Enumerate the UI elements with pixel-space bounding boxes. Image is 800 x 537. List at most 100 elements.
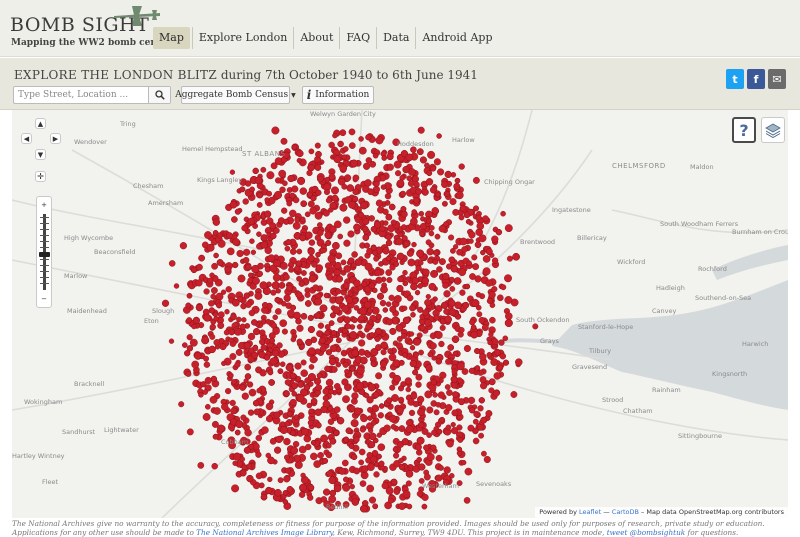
bomb-marker[interactable] (239, 384, 247, 391)
bomb-marker[interactable] (481, 324, 489, 332)
bomb-marker[interactable] (510, 391, 518, 398)
bomb-marker[interactable] (496, 294, 504, 302)
bomb-marker[interactable] (361, 281, 368, 288)
bomb-marker[interactable] (478, 234, 487, 243)
bomb-marker[interactable] (341, 378, 349, 386)
bomb-marker[interactable] (406, 294, 414, 302)
bomb-marker[interactable] (179, 242, 188, 250)
bomb-marker[interactable] (474, 348, 480, 354)
help-button[interactable]: ? (732, 117, 756, 143)
bomb-marker[interactable] (325, 451, 333, 459)
bomb-marker[interactable] (446, 389, 453, 396)
bomb-marker[interactable] (399, 190, 407, 197)
bomb-marker[interactable] (486, 298, 493, 304)
bomb-marker[interactable] (322, 209, 330, 217)
bomb-marker[interactable] (336, 316, 344, 324)
bomb-marker[interactable] (325, 197, 332, 204)
bomb-marker[interactable] (364, 262, 373, 271)
bomb-marker[interactable] (209, 323, 216, 331)
search-button[interactable] (148, 87, 170, 103)
bomb-marker[interactable] (385, 486, 394, 495)
bomb-marker[interactable] (269, 437, 277, 445)
bomb-marker[interactable] (301, 427, 309, 436)
bomb-marker[interactable] (285, 239, 292, 246)
bomb-marker[interactable] (265, 486, 273, 495)
bomb-marker[interactable] (515, 358, 523, 366)
bomb-marker[interactable] (300, 312, 308, 320)
bomb-marker[interactable] (314, 142, 321, 149)
bomb-marker[interactable] (487, 339, 493, 346)
bomb-marker[interactable] (266, 171, 275, 180)
bomb-marker[interactable] (452, 350, 459, 357)
bomb-marker[interactable] (373, 180, 380, 187)
bomb-marker[interactable] (377, 412, 384, 419)
bomb-marker[interactable] (229, 399, 236, 407)
bomb-marker[interactable] (386, 163, 394, 171)
bomb-marker[interactable] (239, 186, 246, 193)
bomb-marker[interactable] (274, 489, 282, 497)
bomb-marker[interactable] (299, 187, 308, 195)
bomb-marker[interactable] (374, 336, 381, 342)
bomb-marker[interactable] (413, 197, 420, 204)
bomb-marker[interactable] (416, 148, 424, 156)
bomb-marker[interactable] (310, 397, 318, 405)
bomb-marker[interactable] (498, 339, 505, 346)
bomb-marker[interactable] (226, 247, 235, 256)
bomb-marker[interactable] (427, 150, 436, 159)
bomb-marker[interactable] (442, 272, 450, 280)
bomb-marker[interactable] (269, 337, 275, 344)
bomb-marker[interactable] (344, 323, 352, 330)
bomb-marker[interactable] (296, 338, 303, 345)
nav-about[interactable]: About (293, 27, 339, 49)
bomb-marker[interactable] (410, 312, 416, 318)
bomb-marker[interactable] (425, 294, 431, 300)
bomb-marker[interactable] (292, 221, 301, 230)
bomb-marker[interactable] (308, 408, 314, 414)
bomb-marker[interactable] (504, 224, 513, 233)
email-icon[interactable]: ✉ (768, 69, 786, 89)
bomb-marker[interactable] (444, 384, 451, 390)
bomb-marker[interactable] (391, 394, 399, 402)
pan-up-button[interactable]: ▲ (35, 118, 46, 129)
bomb-marker[interactable] (212, 230, 219, 236)
bomb-marker[interactable] (247, 272, 254, 278)
bomb-marker[interactable] (352, 188, 360, 195)
bomb-marker[interactable] (217, 239, 226, 248)
bomb-marker[interactable] (236, 249, 244, 258)
bomb-marker[interactable] (334, 383, 341, 390)
bomb-marker[interactable] (279, 319, 288, 328)
bomb-marker[interactable] (190, 266, 198, 274)
bomb-marker[interactable] (425, 178, 434, 186)
bomb-marker[interactable] (415, 381, 422, 388)
bomb-marker[interactable] (228, 328, 235, 336)
bomb-marker[interactable] (235, 349, 243, 356)
bomb-marker[interactable] (339, 203, 348, 212)
bomb-marker[interactable] (489, 316, 496, 324)
bomb-marker[interactable] (246, 463, 253, 470)
bomb-marker[interactable] (337, 233, 344, 240)
bomb-marker[interactable] (249, 186, 255, 193)
bomb-marker[interactable] (462, 301, 470, 309)
bomb-marker[interactable] (281, 207, 288, 214)
bomb-marker[interactable] (457, 437, 464, 443)
bomb-marker[interactable] (401, 438, 409, 446)
bomb-marker[interactable] (264, 266, 271, 273)
bomb-marker[interactable] (512, 253, 520, 261)
bomb-marker[interactable] (482, 267, 491, 276)
bomb-marker[interactable] (364, 242, 371, 249)
bomb-marker[interactable] (328, 320, 335, 326)
bomb-marker[interactable] (373, 255, 380, 262)
bomb-marker[interactable] (412, 175, 419, 183)
bomb-marker[interactable] (324, 330, 331, 337)
zoom-handle[interactable] (39, 252, 50, 257)
bomb-marker[interactable] (264, 197, 270, 203)
bomb-marker[interactable] (254, 291, 263, 300)
bomb-marker[interactable] (195, 263, 203, 271)
bomb-marker[interactable] (236, 316, 242, 323)
bomb-marker[interactable] (289, 192, 296, 199)
bomb-marker[interactable] (480, 416, 488, 424)
bomb-marker[interactable] (466, 260, 472, 266)
bomb-marker[interactable] (441, 180, 449, 189)
bomb-marker[interactable] (335, 361, 342, 368)
layers-button[interactable] (761, 117, 785, 143)
